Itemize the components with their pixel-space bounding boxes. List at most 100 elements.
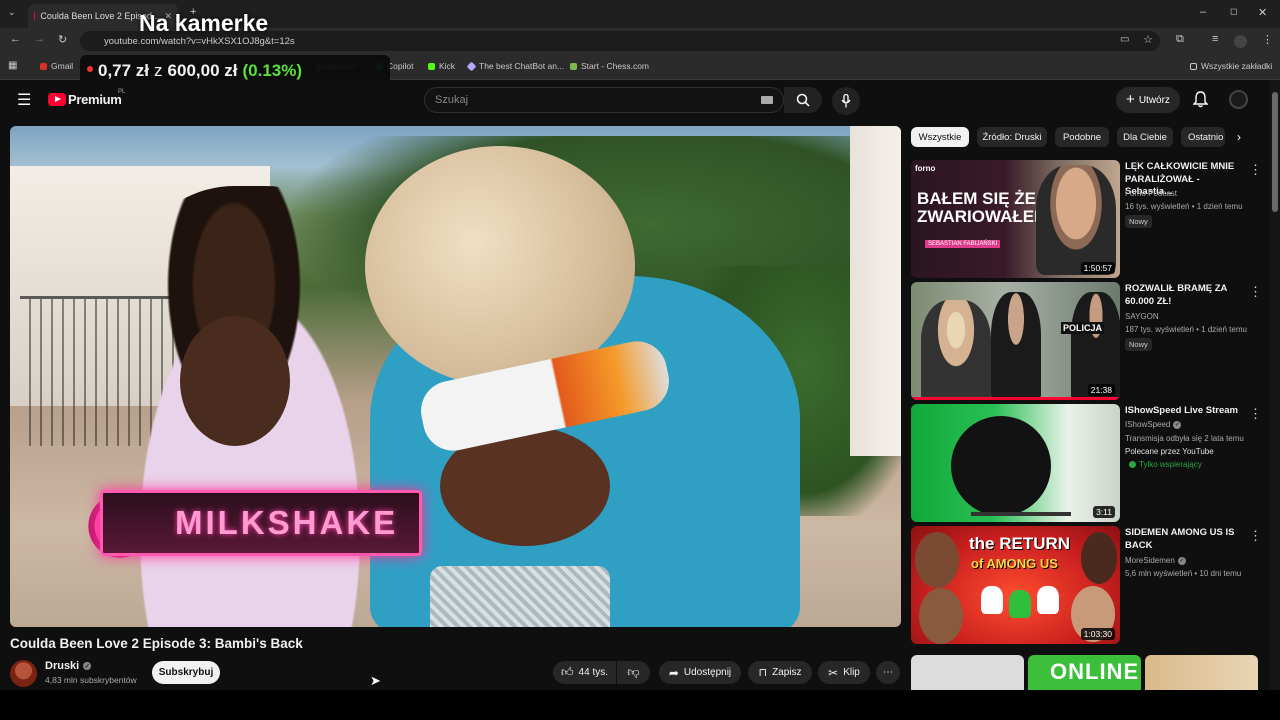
- bookmark-chatbot[interactable]: The best ChatBot an...: [466, 61, 564, 71]
- url-text: youtube.com/watch?v=vHkXSX1OJ8g&t=12s: [104, 35, 295, 47]
- channel-avatar[interactable]: [10, 660, 37, 687]
- bookmark-chess[interactable]: Start - Chess.com: [570, 61, 649, 71]
- new-badge: Nowy: [1125, 338, 1152, 351]
- recommendation-thumbnail[interactable]: POLICJA 21:38: [911, 282, 1120, 400]
- thumb-subtext: SEBASTIAN FABIJAŃSKI: [925, 240, 1001, 248]
- verified-icon: ✓: [83, 662, 92, 670]
- recommendation-thumbnail[interactable]: the RETURN of AMONG US 1:03:30: [911, 526, 1120, 644]
- duration-badge: 1:50:57: [1080, 262, 1115, 274]
- duration-badge: 1:03:30: [1080, 628, 1115, 640]
- forward-icon[interactable]: →: [34, 33, 45, 45]
- chip-for-you[interactable]: Dla Ciebie: [1117, 127, 1173, 147]
- notifications-bell-icon[interactable]: [1193, 91, 1208, 108]
- recommendation-channel: MoreSidemen ✓: [1125, 556, 1186, 565]
- voice-search-button[interactable]: [832, 87, 860, 115]
- create-button[interactable]: + Utwórz: [1116, 87, 1180, 113]
- crewmate-icon-2: [1009, 590, 1031, 618]
- search-input[interactable]: Szukaj: [424, 87, 784, 113]
- like-count: 44 tys.: [578, 667, 609, 678]
- ticker-total: 600,00 zł: [167, 61, 238, 80]
- back-icon[interactable]: ←: [10, 33, 21, 45]
- chip-source[interactable]: Źródło: Druski: [977, 127, 1047, 147]
- more-options-icon[interactable]: ⋮: [1249, 162, 1262, 178]
- profile-icon[interactable]: [1234, 35, 1247, 48]
- cast-icon[interactable]: ▭: [1120, 34, 1129, 45]
- more-options-icon[interactable]: ⋮: [1249, 284, 1262, 300]
- members-icon: [1129, 461, 1136, 468]
- all-bookmarks[interactable]: Wszystkie zakładki: [1190, 61, 1272, 71]
- extensions-icon[interactable]: ⧉: [1176, 33, 1184, 46]
- channel-name[interactable]: Druski ✓: [45, 660, 92, 672]
- ticker-percent: (0.13%): [242, 61, 303, 80]
- premium-logo-text[interactable]: Premium: [68, 92, 122, 107]
- thumb-text: BAŁEM SIĘ ŻE ZWARIOWAŁEM: [917, 189, 1049, 226]
- reading-list-icon[interactable]: ≡: [1212, 33, 1218, 45]
- bookmark-star-icon[interactable]: ☆: [1143, 33, 1153, 46]
- minimize-icon[interactable]: –: [1200, 6, 1206, 18]
- shorts-thumbnail[interactable]: [1145, 655, 1258, 690]
- bookmark-kick[interactable]: Kick: [428, 61, 455, 71]
- youtube-logo-icon[interactable]: [48, 93, 66, 106]
- recommendation-item[interactable]: the RETURN of AMONG US 1:03:30 SIDEMEN A…: [911, 526, 1262, 644]
- recommendation-meta: 5,6 mln wyświetleń • 10 dni temu: [1125, 569, 1242, 578]
- subscriber-count: 4,83 mln subskrybentów: [45, 675, 137, 685]
- more-options-icon[interactable]: ⋮: [1249, 406, 1262, 422]
- recommendation-thumbnail[interactable]: forno BAŁEM SIĘ ŻE ZWARIOWAŁEM SEBASTIAN…: [911, 160, 1120, 278]
- stream-overlay-title: Na kamerke: [139, 10, 269, 36]
- save-button[interactable]: ⊓ Zapisz: [748, 661, 812, 684]
- maximize-icon[interactable]: ◻: [1230, 6, 1237, 17]
- share-button[interactable]: ➦ Udostępnij: [659, 661, 741, 684]
- browser-menu-icon[interactable]: ⋮: [1262, 33, 1273, 46]
- ticker-amount: 0,77 zł: [98, 61, 150, 80]
- video-title: Coulda Been Love 2 Episode 3: Bambi's Ba…: [10, 636, 303, 651]
- thumb-face-3: [1081, 532, 1117, 584]
- video-scene-pillar: [850, 126, 901, 456]
- chip-recent[interactable]: Ostatnio: [1181, 127, 1225, 147]
- like-button[interactable]: 👍︎ 44 tys.: [553, 661, 616, 684]
- chip-all[interactable]: Wszystkie: [911, 127, 969, 147]
- window-close-icon[interactable]: ✕: [1258, 6, 1267, 19]
- recommendation-meta: 16 tys. wyświetleń • 1 dzień temu: [1125, 202, 1243, 211]
- thumb-person-1: [921, 300, 991, 400]
- keyboard-icon[interactable]: [761, 96, 773, 104]
- shorts-thumbnail[interactable]: [911, 655, 1024, 690]
- clip-button[interactable]: ✂ Klip: [818, 661, 870, 684]
- thumb-face: [1036, 165, 1116, 275]
- apps-grid-icon[interactable]: ▦: [8, 60, 17, 71]
- share-icon: ➦: [668, 665, 679, 680]
- recommendation-item[interactable]: forno BAŁEM SIĘ ŻE ZWARIOWAŁEM SEBASTIAN…: [911, 160, 1262, 278]
- folder-icon: [1190, 62, 1197, 70]
- dislike-button[interactable]: 👎︎: [617, 661, 650, 684]
- create-label: Utwórz: [1138, 94, 1170, 106]
- subscribe-button[interactable]: Subskrybuj: [152, 661, 220, 684]
- chips-next-icon[interactable]: ›: [1237, 130, 1241, 144]
- thumb-text: ONLINE: [1050, 659, 1140, 684]
- thumbs-down-icon: 👎︎: [627, 665, 640, 679]
- thumb-text-2: of AMONG US: [971, 556, 1058, 571]
- thumb-text: POLICJA: [1061, 322, 1105, 334]
- scissors-icon: ✂: [828, 665, 839, 680]
- scrollbar-thumb[interactable]: [1272, 92, 1278, 212]
- reload-icon[interactable]: ↻: [58, 33, 67, 46]
- shorts-thumbnail[interactable]: ONLINE: [1028, 655, 1141, 690]
- duration-badge: 21:38: [1087, 384, 1115, 396]
- chip-related[interactable]: Podobne: [1055, 127, 1109, 147]
- ticker-of: z: [154, 61, 163, 80]
- search-button[interactable]: [784, 87, 822, 113]
- bookmark-icon: ⊓: [758, 667, 768, 679]
- recommendation-item[interactable]: POLICJA 21:38 ROZWALIŁ BRAMĘ ZA 60.000 Z…: [911, 282, 1262, 400]
- thumb-text: the RETURN: [969, 534, 1071, 553]
- recommendation-thumbnail[interactable]: 3:11: [911, 404, 1120, 522]
- hamburger-menu-icon[interactable]: ☰: [17, 90, 31, 110]
- thumb-silhouette: [951, 416, 1051, 516]
- more-options-icon[interactable]: ⋮: [1249, 528, 1262, 544]
- recommendation-channel: IShowSpeed ✓: [1125, 420, 1182, 429]
- crewmate-icon-3: [1037, 586, 1059, 614]
- video-lower-third: MILKSHAKE: [100, 490, 422, 556]
- more-actions-button[interactable]: ⋯: [876, 661, 900, 684]
- bookmark-gmail[interactable]: Gmail: [40, 61, 73, 71]
- live-dot-icon: [87, 66, 93, 72]
- tab-list-icon[interactable]: ⌄: [8, 7, 16, 18]
- account-avatar[interactable]: [1229, 90, 1248, 109]
- recommendation-item[interactable]: 3:11 IShowSpeed Live Stream IShowSpeed ✓…: [911, 404, 1262, 522]
